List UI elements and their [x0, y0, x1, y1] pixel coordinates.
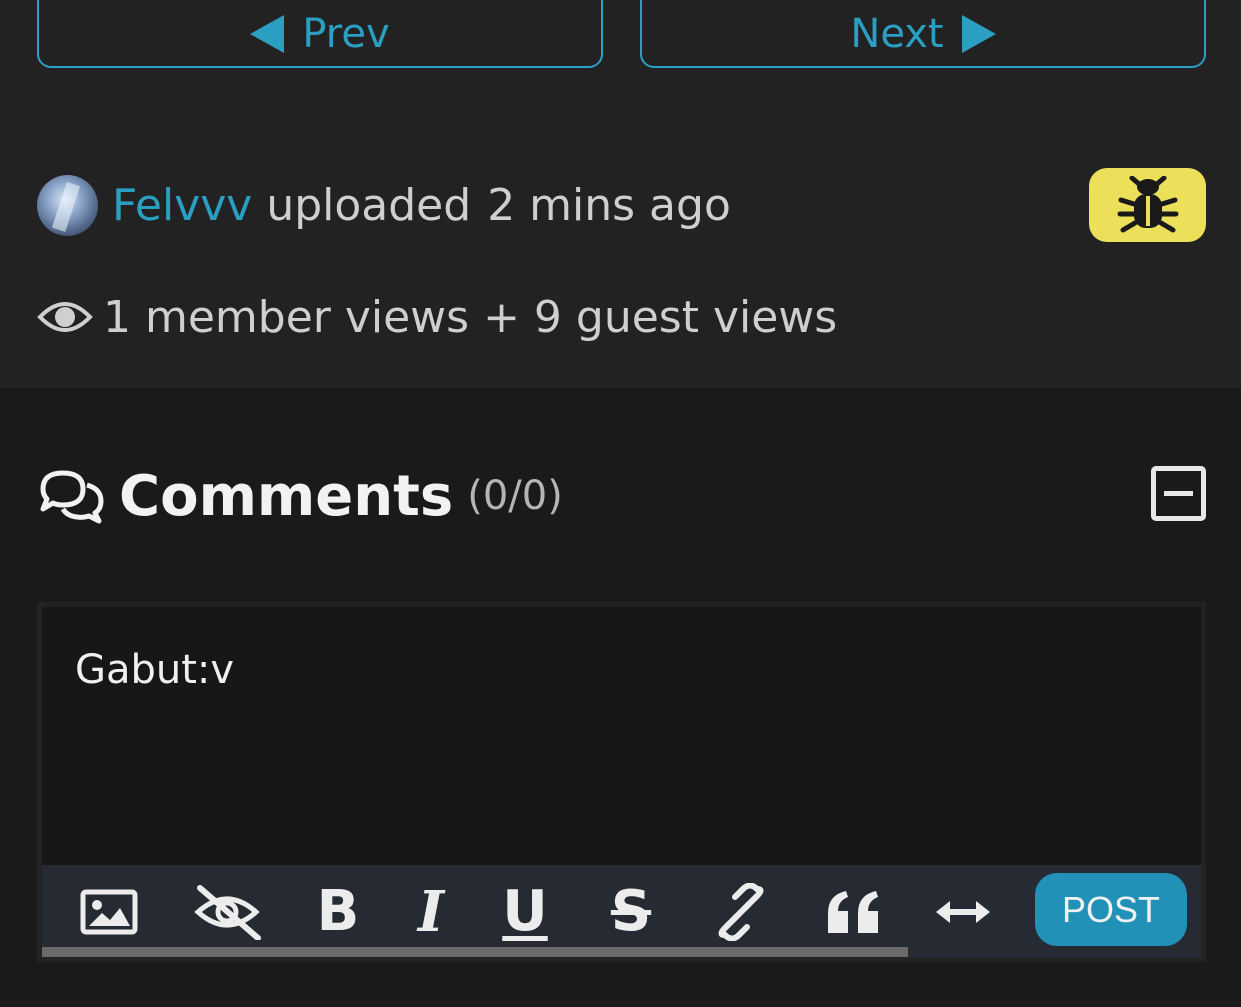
- comments-icon: [40, 470, 104, 524]
- prev-button[interactable]: Prev: [37, 0, 603, 68]
- post-button[interactable]: POST: [1035, 873, 1187, 946]
- avatar[interactable]: [37, 174, 98, 236]
- italic-icon[interactable]: I: [400, 883, 462, 941]
- comments-header: Comments (0/0): [37, 462, 563, 530]
- views-text: 1 member views + 9 guest views: [103, 291, 838, 343]
- views-row: 1 member views + 9 guest views: [37, 288, 837, 346]
- next-button[interactable]: Next: [640, 0, 1206, 68]
- resize-arrows-icon[interactable]: [932, 883, 994, 941]
- next-label: Next: [850, 11, 944, 57]
- prev-label: Prev: [302, 11, 390, 57]
- strikethrough-icon[interactable]: S: [600, 883, 662, 941]
- collapse-comments-button[interactable]: [1151, 466, 1206, 521]
- eye-slash-icon[interactable]: [192, 883, 262, 941]
- triangle-left-icon: [250, 15, 285, 53]
- triangle-right-icon: [961, 15, 996, 53]
- upload-time: 2 mins ago: [487, 179, 731, 231]
- bold-icon[interactable]: B: [307, 883, 369, 941]
- upload-action: uploaded: [266, 179, 472, 231]
- comment-input[interactable]: Gabut:v: [75, 647, 234, 693]
- link-icon[interactable]: [710, 883, 772, 941]
- eye-icon: [37, 302, 93, 332]
- image-icon[interactable]: [78, 883, 140, 941]
- comment-editor[interactable]: Gabut:v B I U S POST: [37, 602, 1206, 962]
- toolbar-scrollbar[interactable]: [42, 947, 908, 957]
- quote-icon[interactable]: [822, 883, 884, 941]
- uploader-link[interactable]: Felvvv: [112, 180, 252, 231]
- report-bug-button[interactable]: [1089, 168, 1206, 242]
- comments-count: (0/0): [467, 473, 563, 519]
- bug-icon: [1117, 176, 1178, 233]
- editor-toolbar: B I U S POST: [42, 865, 1201, 957]
- comments-title: Comments: [119, 463, 454, 529]
- uploader-row: Felvvv uploaded 2 mins ago: [37, 174, 731, 236]
- underline-icon[interactable]: U: [494, 883, 556, 941]
